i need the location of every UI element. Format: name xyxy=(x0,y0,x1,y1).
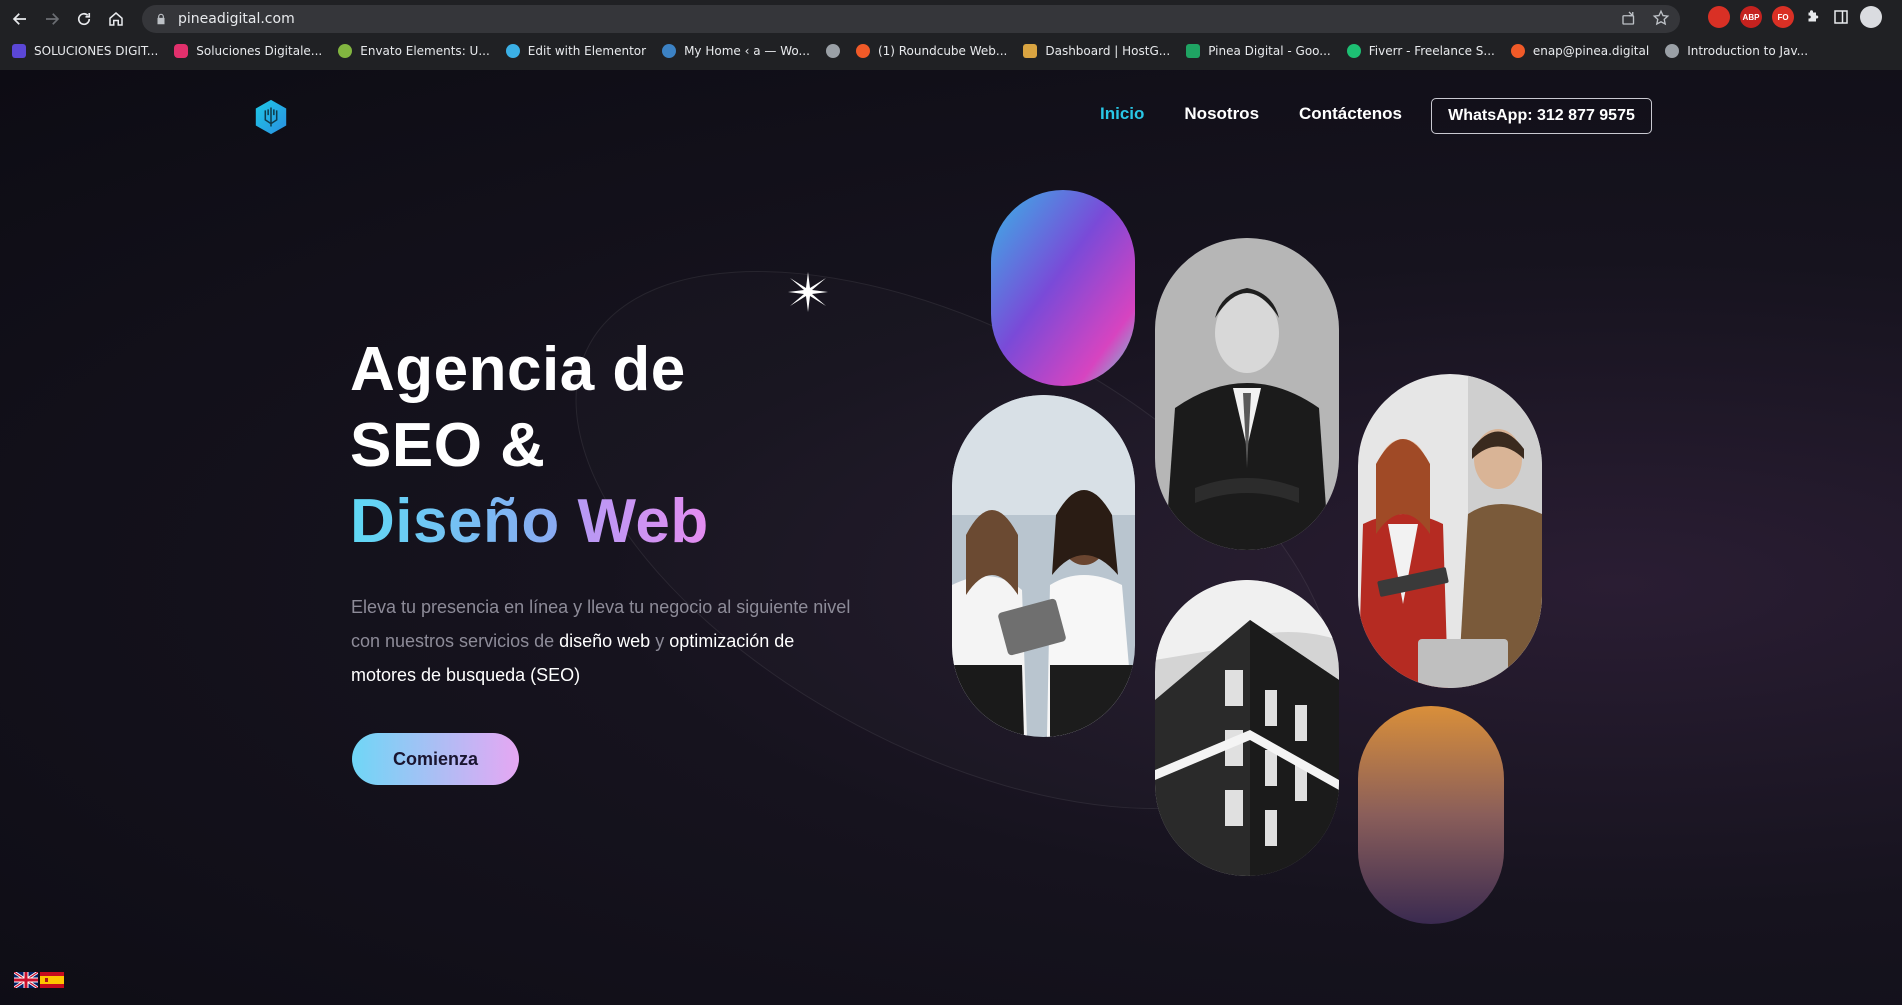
hero-desc-highlight-web: diseño web xyxy=(559,631,651,651)
home-icon xyxy=(109,12,123,26)
reload-button[interactable] xyxy=(68,3,100,35)
hostgator-icon xyxy=(1023,44,1038,58)
elementor-icon xyxy=(505,44,520,58)
forward-button[interactable] xyxy=(36,3,68,35)
address-bar[interactable]: pineadigital.com xyxy=(142,5,1680,33)
lock-icon xyxy=(157,13,165,25)
url-text: pineadigital.com xyxy=(178,11,295,27)
bookmark-label: My Home ‹ a — Wo... xyxy=(684,44,810,58)
businessman-photo xyxy=(1155,238,1339,550)
extensions-area: ABP FO xyxy=(1708,6,1882,28)
web-page: Inicio Nosotros Contáctenos WhatsApp: 31… xyxy=(0,70,1902,1005)
bookmark-item[interactable]: enap@pinea.digital xyxy=(1510,44,1650,58)
bookmark-label: (1) Roundcube Web... xyxy=(877,44,1008,58)
women-tablet-photo xyxy=(952,395,1135,737)
building-photo xyxy=(1155,580,1339,876)
hero-desc-part2: y xyxy=(655,631,665,651)
uk-flag-icon[interactable] xyxy=(14,972,38,988)
bookmark-label: Soluciones Digitale... xyxy=(196,44,323,58)
browser-toolbar: pineadigital.com ABP FO xyxy=(0,0,1902,38)
google-sheets-icon xyxy=(1186,44,1201,58)
bookmark-item[interactable] xyxy=(825,44,840,58)
globe-icon xyxy=(825,44,840,58)
comienza-button[interactable]: Comienza xyxy=(352,733,519,785)
bookmark-label: Edit with Elementor xyxy=(527,44,647,58)
extension-fo-icon[interactable]: FO xyxy=(1772,6,1794,28)
bookmark-label: SOLUCIONES DIGIT... xyxy=(34,44,159,58)
hero-title-line1: Agencia de xyxy=(350,335,686,404)
language-switcher xyxy=(14,972,64,988)
bookmark-item[interactable]: SOLUCIONES DIGIT... xyxy=(12,44,158,58)
nav-link-contactenos[interactable]: Contáctenos xyxy=(1299,104,1402,124)
adblock-icon[interactable]: ABP xyxy=(1740,6,1762,28)
puzzle-icon[interactable] xyxy=(1804,8,1822,26)
main-navigation: Inicio Nosotros Contáctenos xyxy=(1100,104,1442,124)
gradient-pill-shape xyxy=(991,190,1135,386)
site-logo-icon[interactable] xyxy=(252,98,290,136)
whatsapp-button[interactable]: WhatsApp: 312 877 9575 xyxy=(1431,98,1652,134)
sparkle-icon xyxy=(788,272,828,312)
bookmark-label: Fiverr - Freelance S... xyxy=(1368,44,1495,58)
side-panel-icon[interactable] xyxy=(1832,8,1850,26)
back-button[interactable] xyxy=(4,3,36,35)
bookmark-label: enap@pinea.digital xyxy=(1532,44,1650,58)
hero-title-line2: SEO & xyxy=(350,411,546,480)
wordpress-icon xyxy=(662,44,677,58)
bookmark-item[interactable]: My Home ‹ a — Wo... xyxy=(662,44,810,58)
extension-1-icon[interactable] xyxy=(1708,6,1730,28)
bookmark-item[interactable]: Envato Elements: U... xyxy=(338,44,490,58)
arrow-right-icon xyxy=(46,13,60,25)
globe-icon xyxy=(1665,44,1680,58)
bookmark-item[interactable]: Soluciones Digitale... xyxy=(174,44,322,58)
bookmark-label: Dashboard | HostG... xyxy=(1045,44,1171,58)
nav-link-nosotros[interactable]: Nosotros xyxy=(1184,104,1259,124)
mail-icon xyxy=(1510,44,1525,58)
hero-title-web: Web xyxy=(577,487,709,556)
browser-chrome: pineadigital.com ABP FO SOLUCIONES DIGIT… xyxy=(0,0,1902,70)
bookmark-item[interactable]: Fiverr - Freelance S... xyxy=(1346,44,1495,58)
bookmark-label: Envato Elements: U... xyxy=(360,44,490,58)
roundcube-icon xyxy=(855,44,870,58)
profile-avatar[interactable] xyxy=(1860,6,1882,28)
hero-title: Agencia de SEO & Diseño Web xyxy=(350,332,709,560)
share-icon[interactable] xyxy=(1620,9,1638,27)
hero-title-diseno: Diseño xyxy=(350,487,560,556)
colleagues-photo xyxy=(1358,374,1542,688)
spain-flag-icon[interactable] xyxy=(40,972,64,988)
gradient-pill-shape xyxy=(1358,706,1504,924)
hero-description: Eleva tu presencia en línea y lleva tu n… xyxy=(351,590,851,692)
bookmark-label: Pinea Digital - Goo... xyxy=(1208,44,1331,58)
bookmark-favicon-icon xyxy=(12,44,26,58)
bookmark-item[interactable]: Introduction to Jav... xyxy=(1665,44,1808,58)
bookmark-label: Introduction to Jav... xyxy=(1687,44,1809,58)
bookmark-item[interactable]: Pinea Digital - Goo... xyxy=(1186,44,1331,58)
envato-leaf-icon xyxy=(338,44,353,58)
bookmark-item[interactable]: Edit with Elementor xyxy=(505,44,647,58)
fiverr-icon xyxy=(1346,44,1361,58)
star-icon[interactable] xyxy=(1652,9,1670,27)
reload-icon xyxy=(77,12,91,26)
bookmark-item[interactable]: (1) Roundcube Web... xyxy=(855,44,1008,58)
home-button[interactable] xyxy=(100,3,132,35)
nav-link-inicio[interactable]: Inicio xyxy=(1100,104,1144,124)
arrow-left-icon xyxy=(12,13,26,25)
bookmark-item[interactable]: Dashboard | HostG... xyxy=(1023,44,1170,58)
bookmarks-bar: SOLUCIONES DIGIT... Soluciones Digitale.… xyxy=(0,38,1902,64)
instagram-icon xyxy=(174,44,189,58)
